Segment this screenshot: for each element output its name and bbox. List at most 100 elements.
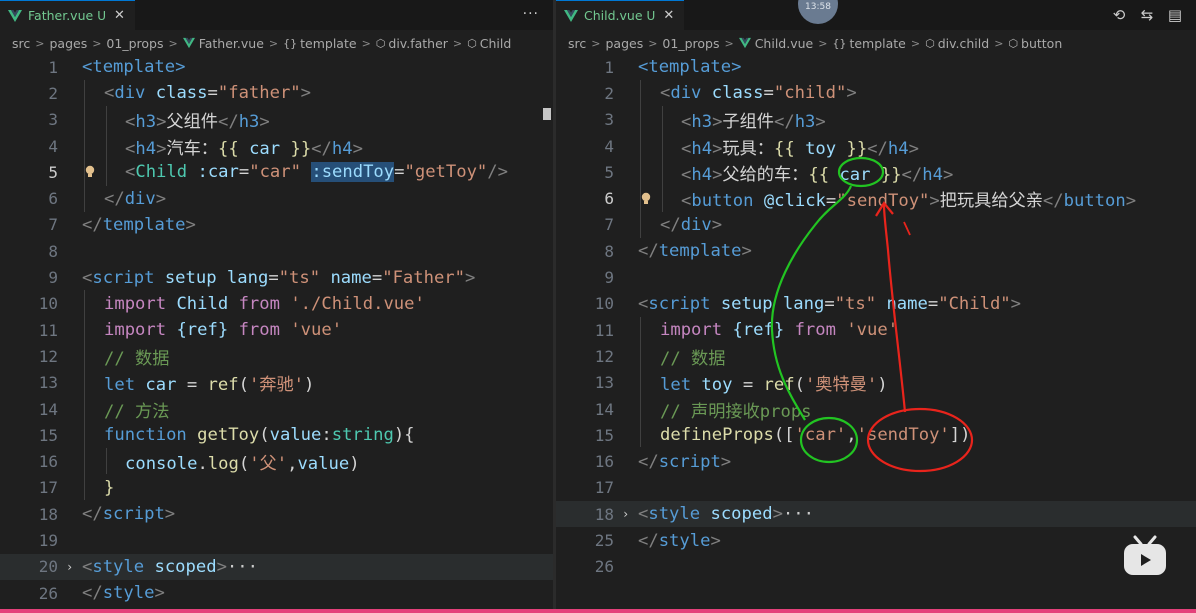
code-editor[interactable]: 1 <template> 2 <div class="father"> 3 <h… — [0, 54, 553, 613]
breadcrumb-item[interactable]: button — [1021, 36, 1062, 51]
breadcrumb-item[interactable]: pages — [49, 36, 87, 51]
line-number: 14 — [38, 399, 58, 419]
line-number: 11 — [38, 320, 58, 340]
code-line: 2 <div class="father"> — [0, 80, 553, 106]
breadcrumb-item[interactable]: template — [300, 36, 356, 51]
line-number: 18 — [594, 504, 614, 524]
vue-file-icon — [182, 37, 195, 49]
line-number: 25 — [594, 531, 614, 551]
tab-father-vue[interactable]: Father.vue U ✕ — [0, 0, 135, 30]
braces-icon: {} — [832, 36, 847, 50]
code-text: </script> — [638, 451, 732, 472]
code-text: let toy = ref('奥特曼') — [660, 375, 888, 396]
code-text: </style> — [638, 530, 721, 551]
modified-badge: U — [646, 8, 656, 23]
chevron-right-icon: > — [35, 36, 45, 50]
lightbulb-icon[interactable] — [640, 192, 652, 206]
line-number: 26 — [594, 557, 614, 577]
code-line: 1 <template> — [556, 54, 1196, 80]
code-text: import {ref} from 'vue' — [104, 320, 343, 341]
chevron-right-icon: > — [648, 36, 658, 50]
breadcrumb: src > pages > 01_props > Child.vue > {} temp… — [568, 33, 1062, 53]
chevron-right-icon: > — [994, 36, 1004, 50]
line-number: 17 — [38, 478, 58, 498]
tab-bar: Father.vue U ✕ ··· — [0, 0, 553, 30]
lightbulb-icon[interactable] — [84, 165, 96, 179]
line-number: 9 — [48, 268, 58, 288]
chevron-right-icon: > — [168, 36, 178, 50]
code-comment: // 方法 — [104, 401, 170, 422]
code-text: function getToy(value:string){ — [104, 425, 415, 446]
breadcrumb-item[interactable]: 01_props — [106, 36, 163, 51]
code-line: 7 </template> — [0, 212, 553, 238]
element-cube-icon: ⬡ — [1008, 36, 1019, 50]
code-line: 5 <h4>父给的车：{{ car }}</h4> — [556, 159, 1196, 185]
breadcrumb-item[interactable]: Child — [480, 36, 512, 51]
code-comment: // 声明接收props — [660, 401, 812, 422]
line-number: 13 — [38, 373, 58, 393]
code-text: </style> — [82, 583, 165, 604]
line-number: 2 — [604, 83, 614, 103]
breadcrumb-item[interactable]: src — [568, 36, 586, 51]
code-comment: // 数据 — [660, 348, 726, 369]
breadcrumb-item[interactable]: Father.vue — [199, 36, 264, 51]
progress-bar — [0, 609, 1196, 613]
code-line: 8 </template> — [556, 238, 1196, 264]
split-editor-icon[interactable]: ▤ — [1166, 6, 1184, 24]
tab-child-vue[interactable]: Child.vue U ✕ — [556, 0, 685, 30]
code-text: } — [104, 477, 115, 498]
breadcrumb-item[interactable]: pages — [605, 36, 643, 51]
code-line: 14 // 声明接收props — [556, 396, 1196, 422]
editor-actions: ⟲ ⇆ ▤ — [1110, 6, 1184, 24]
code-line: 3 <h3>子组件</h3> — [556, 107, 1196, 133]
line-number: 8 — [604, 241, 614, 261]
breadcrumb-item[interactable]: 01_props — [662, 36, 719, 51]
code-text: </div> — [104, 188, 167, 209]
code-line: 25 </style> — [556, 527, 1196, 553]
breadcrumb-item[interactable]: div.father — [388, 36, 448, 51]
line-number: 26 — [38, 583, 58, 603]
code-text: <button @click="sendToy">把玩具给父亲</button> — [681, 191, 1137, 212]
code-line: 3 <h3>父组件</h3> — [0, 107, 553, 133]
timeline-icon[interactable]: ⟲ — [1110, 6, 1128, 24]
code-text: <h3>子组件</h3> — [681, 112, 826, 133]
breadcrumb: src > pages > 01_props > Father.vue > {} tem… — [12, 33, 511, 53]
code-line-current: 5 <Child :car="car" :sendToy="getToy"/> — [0, 159, 553, 185]
breadcrumb-item[interactable]: template — [849, 36, 905, 51]
code-line: 14 // 方法 — [0, 396, 553, 422]
code-line: 2 <div class="child"> — [556, 80, 1196, 106]
chevron-right-icon[interactable]: › — [622, 507, 629, 521]
breadcrumb-item[interactable]: src — [12, 36, 30, 51]
element-cube-icon: ⬡ — [467, 36, 477, 50]
code-line-current: 6 <button @click="sendToy">把玩具给父亲</butto… — [556, 186, 1196, 212]
line-number: 6 — [604, 189, 614, 209]
close-icon[interactable]: ✕ — [663, 8, 674, 23]
line-number: 10 — [594, 294, 614, 314]
chevron-right-icon[interactable]: › — [66, 560, 73, 574]
code-text: console.log('父',value) — [125, 454, 360, 475]
chevron-right-icon: > — [92, 36, 102, 50]
code-line: 13 let toy = ref('奥特曼') — [556, 370, 1196, 396]
line-number: 15 — [38, 425, 58, 445]
compare-changes-icon[interactable]: ⇆ — [1138, 6, 1156, 24]
code-text: <script setup lang="ts" name="Child"> — [638, 293, 1022, 314]
more-actions-icon[interactable]: ··· — [523, 6, 539, 22]
code-editor[interactable]: 1 <template> 2 <div class="child"> 3 <h3… — [556, 54, 1196, 613]
code-line: 9 <script setup lang="ts" name="Father"> — [0, 264, 553, 290]
code-line: 16 console.log('父',value) — [0, 449, 553, 475]
close-icon[interactable]: ✕ — [114, 8, 125, 23]
line-number: 10 — [38, 294, 58, 314]
vue-file-icon — [564, 9, 578, 22]
code-line: 26 — [556, 554, 1196, 580]
code-text: <h4>玩具：{{ toy }}</h4> — [681, 138, 919, 159]
element-cube-icon: ⬡ — [375, 36, 386, 50]
code-text: defineProps(['car','sendToy']) — [660, 425, 971, 446]
breadcrumb-item[interactable]: div.child — [938, 36, 989, 51]
chevron-right-icon: > — [591, 36, 601, 50]
line-number: 14 — [594, 399, 614, 419]
line-number: 12 — [594, 346, 614, 366]
tab-bar: Child.vue U ✕ ⟲ ⇆ ▤ — [556, 0, 1196, 30]
line-number: 1 — [604, 57, 614, 77]
line-number: 7 — [48, 215, 58, 235]
breadcrumb-item[interactable]: Child.vue — [755, 36, 814, 51]
